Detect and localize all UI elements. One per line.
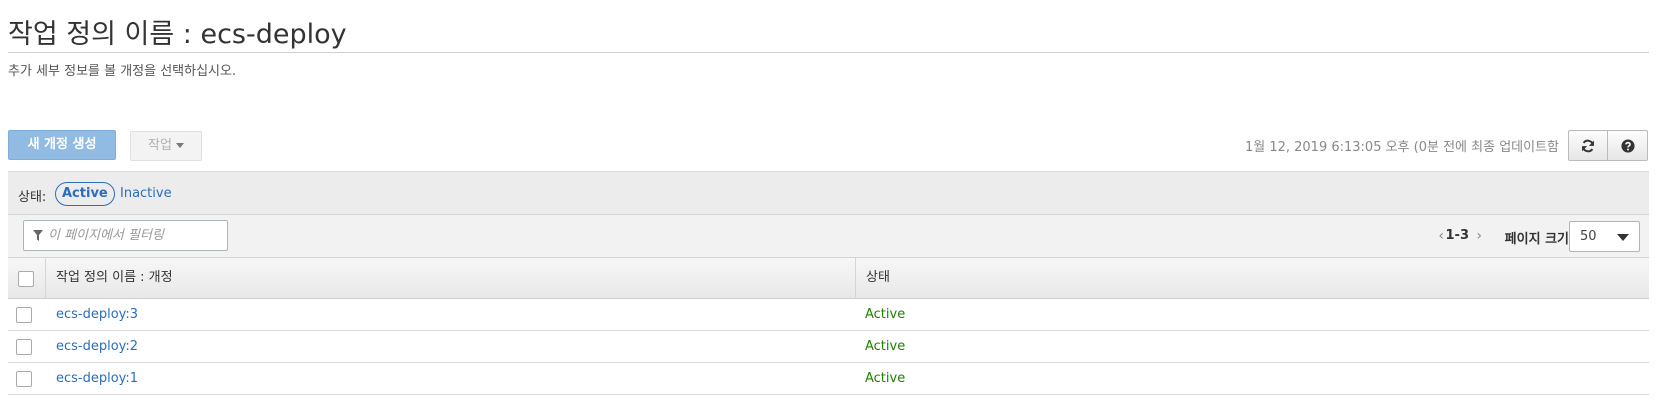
table-row[interactable]: ecs-deploy:2 Active (8, 331, 1649, 363)
revision-link[interactable]: ecs-deploy:1 (56, 371, 138, 386)
table-row[interactable]: ecs-deploy:3 Active (8, 299, 1649, 331)
refresh-button[interactable] (1568, 130, 1608, 161)
filter-input[interactable]: 이 페이지에서 필터링 (23, 220, 228, 251)
status-inactive-link[interactable]: Inactive (120, 186, 172, 201)
column-header-status[interactable]: 상태 (856, 258, 890, 298)
page-title: 작업 정의 이름 : ecs-deploy (8, 19, 347, 50)
table-row[interactable]: ecs-deploy:1 Active (8, 363, 1649, 395)
last-updated-text: 1월 12, 2019 6:13:05 오후 (0분 전에 최종 업데이트함 (1244, 140, 1559, 155)
chevron-left-icon[interactable]: ‹ (1438, 228, 1444, 244)
status-filter-bar: 상태: Active Inactive (8, 171, 1649, 215)
help-icon (1620, 138, 1635, 153)
status-text: Active (865, 371, 906, 386)
caret-down-icon (175, 143, 184, 148)
page-size-select[interactable]: 50 (1569, 221, 1640, 252)
row-checkbox[interactable] (16, 307, 32, 323)
column-header-name[interactable]: 작업 정의 이름 : 개정 (46, 258, 856, 298)
refresh-icon (1582, 139, 1594, 152)
page-size-value: 50 (1580, 229, 1597, 244)
help-button[interactable] (1608, 130, 1648, 161)
filter-placeholder: 이 페이지에서 필터링 (48, 228, 164, 243)
status-text: Active (865, 307, 906, 322)
create-revision-button[interactable]: 새 개정 생성 (8, 130, 116, 160)
chevron-right-icon[interactable]: › (1476, 228, 1482, 244)
page-size-label: 페이지 크기 (1504, 232, 1569, 247)
revision-link[interactable]: ecs-deploy:3 (56, 307, 138, 322)
page-subtitle: 추가 세부 정보를 볼 개정을 선택하십시오. (8, 64, 237, 79)
status-active-pill[interactable]: Active (55, 182, 115, 206)
actions-dropdown-button[interactable]: 작업 (130, 131, 202, 161)
row-checkbox[interactable] (16, 371, 32, 387)
caret-down-icon (1617, 234, 1629, 241)
row-checkbox[interactable] (16, 339, 32, 355)
funnel-icon (33, 230, 43, 241)
status-text: Active (865, 339, 906, 354)
filter-toolbar: 이 페이지에서 필터링 ‹ 1-3 › 페이지 크기 50 (8, 215, 1649, 258)
revision-link[interactable]: ecs-deploy:2 (56, 339, 138, 354)
pagination-range: 1-3 (1445, 228, 1470, 243)
select-all-cell (8, 258, 46, 298)
actions-label: 작업 (148, 138, 172, 153)
table-header: 작업 정의 이름 : 개정 상태 (8, 258, 1649, 299)
revisions-table: 작업 정의 이름 : 개정 상태 ecs-deploy:3 Active ecs… (8, 258, 1649, 395)
status-filter-label: 상태: (18, 190, 47, 205)
select-all-checkbox[interactable] (18, 271, 34, 287)
title-divider (8, 52, 1649, 53)
